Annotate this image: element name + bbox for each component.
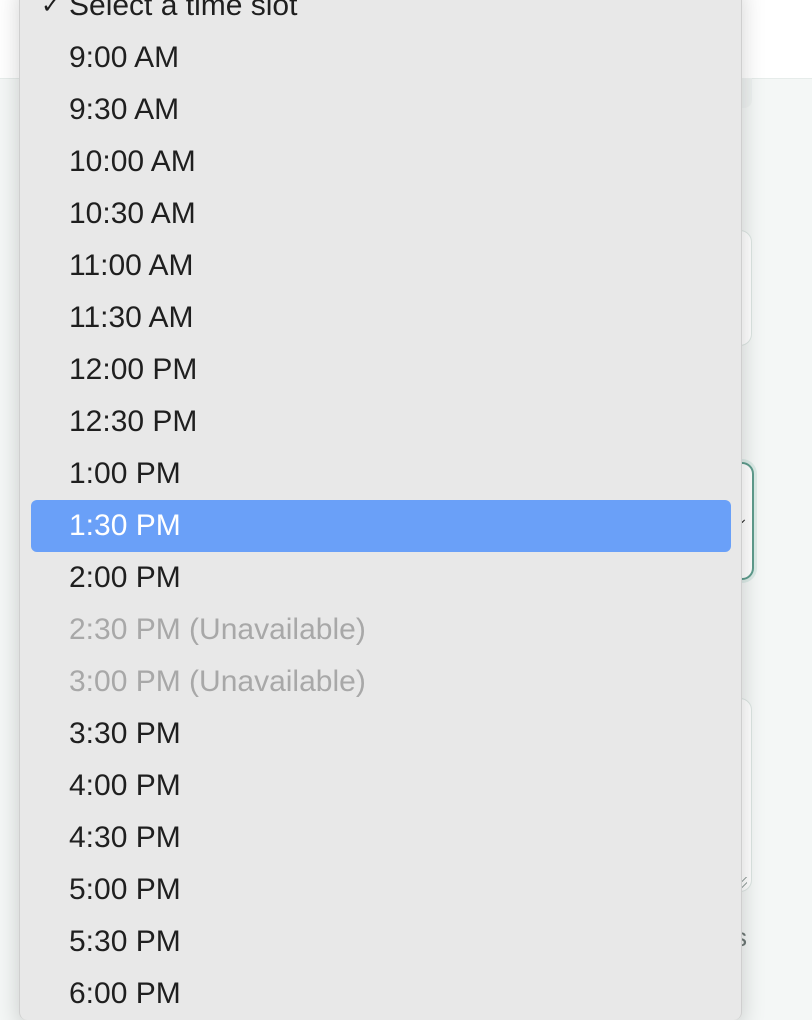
time-slot-option-label: 9:30 AM <box>69 93 180 126</box>
time-slot-option[interactable]: 9:00 AM <box>31 32 731 84</box>
time-slot-option-label: 9:00 AM <box>69 41 180 74</box>
time-slot-option[interactable]: 10:30 AM <box>31 188 731 240</box>
time-slot-option-label: Select a time slot <box>69 0 298 22</box>
time-slot-option[interactable]: 1:00 PM <box>31 448 731 500</box>
time-slot-option-label: 11:30 AM <box>69 301 194 334</box>
time-slot-option-label: 12:00 PM <box>69 353 198 386</box>
time-slot-option[interactable]: ✓ Select a time slot <box>31 0 731 32</box>
time-slot-option[interactable]: 9:30 AM <box>31 84 731 136</box>
time-slot-option[interactable]: 2:00 PM <box>31 552 731 604</box>
time-slot-option[interactable]: 12:30 PM <box>31 396 731 448</box>
time-slot-option-label: 4:00 PM <box>69 769 181 802</box>
time-slot-option-label: 3:00 PM (Unavailable) <box>69 665 366 698</box>
time-slot-option-label: 12:30 PM <box>69 405 198 438</box>
time-slot-option[interactable]: 6:00 PM <box>31 968 731 1020</box>
time-slot-option[interactable]: 5:30 PM <box>31 916 731 968</box>
time-slot-option[interactable]: 10:00 AM <box>31 136 731 188</box>
checkmark-icon: ✓ <box>41 0 62 19</box>
time-slot-option: 2:30 PM (Unavailable) <box>31 604 731 656</box>
time-slot-option-label: 1:00 PM <box>69 457 181 490</box>
time-slot-option[interactable]: 1:30 PM <box>31 500 731 552</box>
time-slot-option[interactable]: 3:30 PM <box>31 708 731 760</box>
time-slot-option[interactable]: 5:00 PM <box>31 864 731 916</box>
time-slot-option-label: 4:30 PM <box>69 821 181 854</box>
time-slot-option[interactable]: 12:00 PM <box>31 344 731 396</box>
time-slot-option[interactable]: 11:00 AM <box>31 240 731 292</box>
time-slot-option[interactable]: 4:00 PM <box>31 760 731 812</box>
time-slot-dropdown-menu[interactable]: ✓ Select a time slot 9:00 AM 9:30 AM 10:00 A… <box>19 0 742 1020</box>
time-slot-option-label: 10:30 AM <box>69 197 196 230</box>
time-slot-option-label: 6:00 PM <box>69 977 181 1010</box>
time-slot-option-label: 2:00 PM <box>69 561 181 594</box>
time-slot-option[interactable]: 4:30 PM <box>31 812 731 864</box>
time-slot-option[interactable]: 11:30 AM <box>31 292 731 344</box>
time-slot-option-label: 3:30 PM <box>69 717 181 750</box>
time-slot-option-label: 5:00 PM <box>69 873 181 906</box>
time-slot-option-label: 10:00 AM <box>69 145 196 178</box>
time-slot-option-label: 2:30 PM (Unavailable) <box>69 613 366 646</box>
time-slot-option-label: 11:00 AM <box>69 249 194 282</box>
time-slot-option: 3:00 PM (Unavailable) <box>31 656 731 708</box>
time-slot-option-label: 1:30 PM <box>69 509 181 542</box>
time-slot-option-label: 5:30 PM <box>69 925 181 958</box>
